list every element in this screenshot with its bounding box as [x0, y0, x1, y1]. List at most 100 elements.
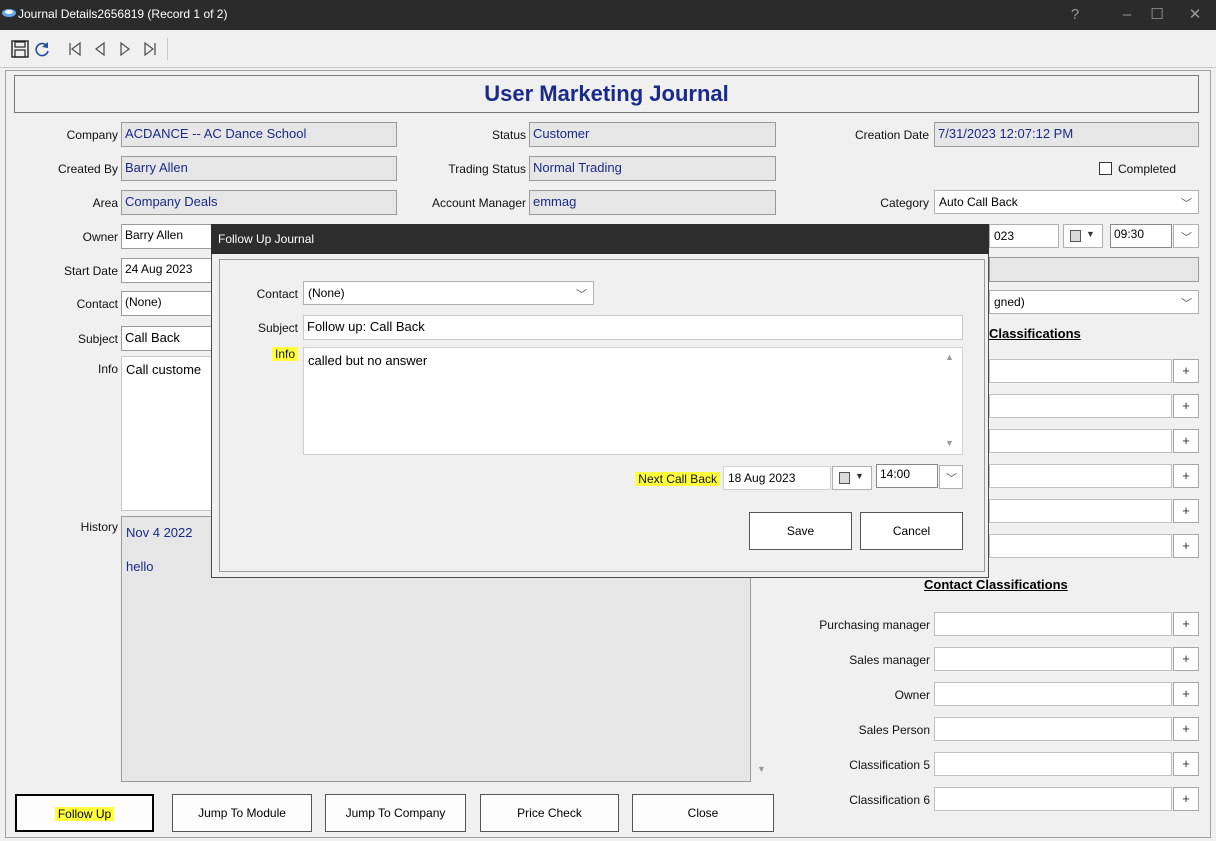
next-call-back-time-field[interactable]: 14:00 [876, 464, 938, 488]
add-contact-classification-3-button[interactable]: + [1173, 682, 1199, 706]
add-contact-classification-6-button[interactable]: + [1173, 787, 1199, 811]
dialog-subject-label: Subject [257, 321, 298, 335]
add-contact-classification-2-button[interactable]: + [1173, 647, 1199, 671]
maximize-button[interactable]: ☐ [1142, 4, 1172, 26]
jump-to-company-button[interactable]: Jump To Company [325, 794, 466, 832]
help-button[interactable]: ? [1060, 4, 1090, 26]
title-bar: Journal Details2656819 (Record 1 of 2) ?… [0, 0, 1216, 30]
company-classification-field-3[interactable] [989, 429, 1172, 453]
close-window-button[interactable]: ✕ [1180, 4, 1210, 26]
next-call-back-date-field[interactable]: 18 Aug 2023 [723, 466, 831, 490]
company-classifications-title: Classifications [989, 326, 1081, 341]
creation-date-field[interactable]: 7/31/2023 12:07:12 PM [934, 122, 1199, 147]
add-company-classification-1-button[interactable]: + [1173, 359, 1199, 383]
dialog-cancel-button[interactable]: Cancel [860, 512, 963, 550]
minimize-button[interactable]: – [1112, 4, 1142, 26]
dialog-title-bar: Follow Up Journal [211, 224, 989, 254]
status-field[interactable]: Customer [529, 122, 776, 147]
last-record-icon[interactable] [140, 39, 160, 59]
area-label: Area [92, 196, 118, 210]
next-call-back-label-text: Next Call Back [635, 472, 720, 486]
status-label: Status [491, 128, 526, 142]
area-field[interactable]: Company Deals [121, 190, 397, 215]
dialog-save-button[interactable]: Save [749, 512, 852, 550]
contact-classification-field-1[interactable] [934, 612, 1172, 636]
company-classification-field-4[interactable] [989, 464, 1172, 488]
category-select[interactable]: Auto Call Back ﹀ [934, 190, 1199, 214]
due-date-field[interactable]: 023 [989, 224, 1059, 248]
contact-classification-field-5[interactable] [934, 752, 1172, 776]
company-classification-field-1[interactable] [989, 359, 1172, 383]
contact-classification-field-6[interactable] [934, 787, 1172, 811]
chevron-down-icon: ﹀ [576, 289, 587, 301]
contact-classification-field-4[interactable] [934, 717, 1172, 741]
next-call-back-date-value: 18 Aug 2023 [728, 471, 796, 485]
add-company-classification-3-button[interactable]: + [1173, 429, 1199, 453]
scroll-down-icon[interactable]: ▼ [945, 438, 954, 448]
scroll-up-icon[interactable]: ▲ [945, 352, 954, 362]
contact-classification-label-2: Sales manager [849, 653, 930, 667]
account-manager-field[interactable]: emmag [529, 190, 776, 215]
add-company-classification-2-button[interactable]: + [1173, 394, 1199, 418]
add-company-classification-5-button[interactable]: + [1173, 499, 1199, 523]
add-contact-classification-4-button[interactable]: + [1173, 717, 1199, 741]
info-label: Info [97, 362, 118, 376]
next-call-back-time-dropdown[interactable]: ﹀ [939, 465, 963, 489]
subject-field[interactable]: Call Back [121, 326, 213, 351]
contact-classification-label-6: Classification 6 [849, 793, 930, 807]
add-company-classification-6-button[interactable]: + [1173, 534, 1199, 558]
chevron-down-icon: ﹀ [1181, 232, 1192, 244]
calendar-icon [839, 472, 850, 484]
company-classification-field-5[interactable] [989, 499, 1172, 523]
next-call-back-calendar-button[interactable]: ▼ [832, 466, 872, 490]
completed-label: Completed [1118, 162, 1177, 176]
add-company-classification-4-button[interactable]: + [1173, 464, 1199, 488]
first-record-icon[interactable] [65, 39, 85, 59]
toolbar-separator [167, 38, 168, 60]
dialog-contact-select[interactable]: (None) ﹀ [303, 281, 594, 305]
refresh-icon[interactable] [32, 39, 52, 59]
contact-classification-label-5: Classification 5 [849, 758, 930, 772]
company-field[interactable]: ACDANCE -- AC Dance School [121, 122, 397, 147]
company-classification-field-6[interactable] [989, 534, 1172, 558]
assigned-select[interactable]: gned) ﹀ [989, 290, 1199, 314]
contact-select[interactable]: (None) [121, 291, 213, 316]
contact-classification-field-2[interactable] [934, 647, 1172, 671]
chevron-down-icon: ﹀ [1181, 298, 1192, 310]
due-date-calendar-button[interactable]: ▼ [1063, 224, 1103, 248]
add-contact-classification-5-button[interactable]: + [1173, 752, 1199, 776]
due-time-value: 09:30 [1114, 227, 1145, 241]
add-contact-classification-1-button[interactable]: + [1173, 612, 1199, 636]
trading-status-field[interactable]: Normal Trading [529, 156, 776, 181]
next-record-icon[interactable] [115, 39, 135, 59]
dialog-info-label-text: Info [271, 347, 298, 361]
start-date-label: Start Date [63, 264, 118, 278]
dialog-contact-value: (None) [308, 286, 345, 300]
completed-checkbox[interactable] [1099, 162, 1112, 175]
scroll-down-icon[interactable]: ▼ [757, 764, 766, 774]
toolbar [0, 30, 1216, 68]
contact-classification-field-3[interactable] [934, 682, 1172, 706]
dialog-info-textarea[interactable]: called but no answer [303, 347, 963, 455]
due-time-field[interactable]: 09:30 [1110, 224, 1172, 248]
price-check-button[interactable]: Price Check [480, 794, 619, 832]
jump-to-module-button[interactable]: Jump To Module [172, 794, 312, 832]
contact-classifications-title: Contact Classifications [924, 577, 1068, 592]
save-icon[interactable] [10, 39, 30, 59]
due-time-dropdown[interactable]: ﹀ [1173, 224, 1199, 248]
company-classification-field-2[interactable] [989, 394, 1172, 418]
info-textarea[interactable]: Call custome [121, 356, 213, 511]
created-by-field[interactable]: Barry Allen [121, 156, 397, 181]
chevron-down-icon: ﹀ [1181, 198, 1192, 210]
previous-record-icon[interactable] [90, 39, 110, 59]
assigned-value: gned) [994, 295, 1025, 309]
follow-up-button[interactable]: Follow Up [15, 794, 154, 832]
owner-field[interactable]: Barry Allen [121, 224, 213, 249]
dialog-subject-field[interactable]: Follow up: Call Back [303, 315, 963, 340]
close-button[interactable]: Close [632, 794, 774, 832]
start-date-field[interactable]: 24 Aug 2023 [121, 258, 213, 283]
dialog-info-scrollbar[interactable]: ▲ ▼ [941, 348, 961, 454]
next-call-back-label: Next Call Back [600, 472, 720, 486]
history-label: History [80, 520, 118, 534]
dialog-info-label: Info [264, 347, 298, 361]
